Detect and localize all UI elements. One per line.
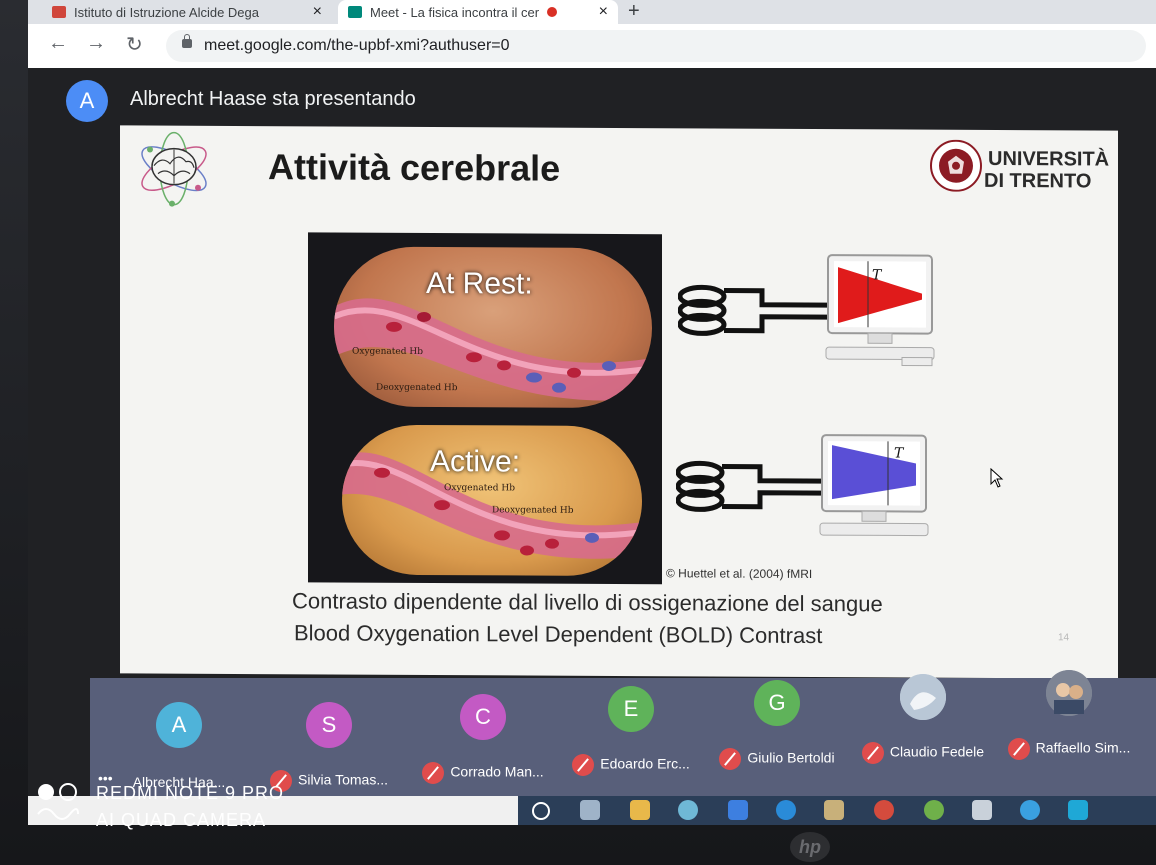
active-label: Active: bbox=[430, 445, 521, 479]
school-favicon-icon bbox=[52, 6, 66, 18]
app-icon[interactable] bbox=[824, 800, 844, 820]
brain-logo-icon bbox=[141, 131, 207, 207]
participant-strip: ••• A Albrecht Haa... S Silvia Tomas... … bbox=[90, 670, 1156, 796]
participant-avatar: E bbox=[608, 686, 654, 732]
rest-vessel-image: At Rest: Oxygenated Hb Deoxygenated Hb bbox=[334, 246, 652, 409]
participant-avatar: G bbox=[754, 680, 800, 726]
mic-muted-icon bbox=[719, 748, 742, 770]
tab-bar: Istituto di Istruzione Alcide Dega × Mee… bbox=[28, 0, 1156, 24]
deoxygenated-hb-label: Deoxygenated Hb bbox=[376, 382, 458, 394]
watermark-model: REDMI NOTE 9 PRO bbox=[96, 783, 285, 803]
university-name-line2: DI TRENTO bbox=[984, 169, 1092, 193]
recording-indicator-icon bbox=[547, 7, 558, 17]
participant-tile[interactable]: S Silvia Tomas... bbox=[254, 694, 404, 794]
participant-tile[interactable]: C Corrado Man... bbox=[408, 686, 558, 786]
mri-coil-icon bbox=[678, 284, 828, 336]
participant-tile[interactable]: G Giulio Bertoldi bbox=[702, 672, 852, 772]
url-text: meet.google.com/the-upbf-xmi?authuser=0 bbox=[204, 37, 510, 54]
mri-coil-active-icon bbox=[676, 460, 826, 512]
file-explorer-icon[interactable] bbox=[630, 800, 650, 820]
participant-photo bbox=[900, 674, 946, 720]
address-bar[interactable]: meet.google.com/the-upbf-xmi?authuser=0 bbox=[166, 30, 1146, 62]
lock-icon bbox=[182, 34, 192, 48]
university-name-line1: UNIVERSITÀ bbox=[988, 147, 1110, 171]
monitor-rest-icon: T bbox=[825, 254, 935, 367]
participant-avatar: A bbox=[156, 702, 202, 748]
oxygenated-hb-label: Oxygenated Hb bbox=[352, 346, 423, 357]
notes-icon[interactable] bbox=[972, 800, 992, 820]
participant-name: Raffaello Sim... bbox=[994, 738, 1144, 760]
internet-explorer-icon[interactable] bbox=[1020, 800, 1040, 820]
participant-name: Claudio Fedele bbox=[848, 742, 998, 764]
participant-name: Edoardo Erc... bbox=[556, 754, 706, 776]
meet-stage: A Albrecht Haase sta presentando Attivit… bbox=[28, 68, 1156, 825]
caption-english: Blood Oxygenation Level Dependent (BOLD)… bbox=[294, 620, 823, 649]
new-tab-button[interactable]: + bbox=[628, 0, 640, 22]
reload-icon[interactable]: ↻ bbox=[126, 32, 143, 57]
mic-muted-icon bbox=[1007, 738, 1030, 760]
tab-meet[interactable]: Meet - La fisica incontra il cer × bbox=[338, 0, 618, 24]
tab-school-label: Istituto di Istruzione Alcide Dega bbox=[74, 4, 259, 20]
monitor-active-icon: T bbox=[819, 434, 929, 537]
presenter-status: Albrecht Haase sta presentando bbox=[130, 88, 416, 110]
caption-italian: Contrasto dipendente dal livello di ossi… bbox=[292, 588, 883, 617]
oxygenated-hb-label-active: Oxygenated Hb bbox=[444, 483, 515, 494]
task-view-icon[interactable] bbox=[580, 800, 600, 820]
telegram-icon[interactable] bbox=[678, 800, 698, 820]
watermark-camera: AI QUAD CAMERA bbox=[96, 810, 267, 830]
mic-muted-icon bbox=[861, 742, 884, 764]
hp-logo: hp bbox=[790, 832, 830, 862]
camera-watermark-logo-icon bbox=[37, 783, 79, 820]
dropbox-icon[interactable] bbox=[728, 800, 748, 820]
participant-photo bbox=[1046, 670, 1092, 716]
rest-label: At Rest: bbox=[426, 266, 533, 301]
participant-name: Giulio Bertoldi bbox=[702, 748, 852, 770]
blood-vessel-illustration: At Rest: Oxygenated Hb Deoxygenated Hb A… bbox=[308, 232, 662, 585]
presentation-slide: Attività cerebrale UNIVERSITÀ DI TRENTO bbox=[120, 125, 1118, 679]
close-icon[interactable]: × bbox=[313, 3, 322, 21]
university-name: UNIVERSITÀ DI TRENTO bbox=[984, 147, 1110, 193]
participant-tile[interactable]: E Edoardo Erc... bbox=[556, 678, 706, 778]
mic-muted-icon bbox=[422, 762, 445, 784]
image-credit: © Huettel et al. (2004) fMRI bbox=[666, 566, 813, 582]
participant-avatar: C bbox=[460, 694, 506, 740]
participant-avatar: S bbox=[306, 702, 352, 748]
presenter-avatar: A bbox=[66, 80, 108, 122]
slide-number: 14 bbox=[1058, 632, 1070, 644]
mouse-cursor-icon bbox=[990, 467, 1004, 488]
edge-icon[interactable] bbox=[776, 800, 796, 820]
browser-toolbar: ← → ↻ meet.google.com/the-upbf-xmi?authu… bbox=[28, 24, 1156, 69]
meet-favicon-icon bbox=[348, 6, 362, 18]
close-icon[interactable]: × bbox=[599, 3, 608, 21]
university-seal-icon bbox=[930, 139, 982, 192]
store-icon[interactable] bbox=[1068, 800, 1088, 820]
chrome-icon[interactable] bbox=[874, 800, 894, 820]
android-icon[interactable] bbox=[924, 800, 944, 820]
tab-school[interactable]: Istituto di Istruzione Alcide Dega × bbox=[42, 0, 332, 24]
laptop-screen: Istituto di Istruzione Alcide Dega × Mee… bbox=[28, 0, 1156, 825]
participant-tile[interactable]: A Albrecht Haa... bbox=[104, 694, 254, 794]
participant-tile[interactable]: Raffaello Sim... bbox=[994, 662, 1144, 762]
forward-arrow-icon[interactable]: → bbox=[86, 32, 106, 55]
cortana-icon[interactable] bbox=[532, 802, 550, 820]
tab-meet-label: Meet - La fisica incontra il cer bbox=[370, 4, 540, 20]
slide-title: Attività cerebrale bbox=[268, 146, 561, 189]
mic-muted-icon bbox=[572, 754, 595, 776]
active-vessel-image: Active: Oxygenated Hb Deoxygenated Hb bbox=[342, 424, 642, 577]
back-arrow-icon[interactable]: ← bbox=[48, 32, 68, 55]
participant-name: Corrado Man... bbox=[408, 762, 558, 784]
participant-tile[interactable]: Claudio Fedele bbox=[848, 666, 998, 766]
deoxygenated-hb-label-active: Deoxygenated Hb bbox=[492, 505, 574, 516]
